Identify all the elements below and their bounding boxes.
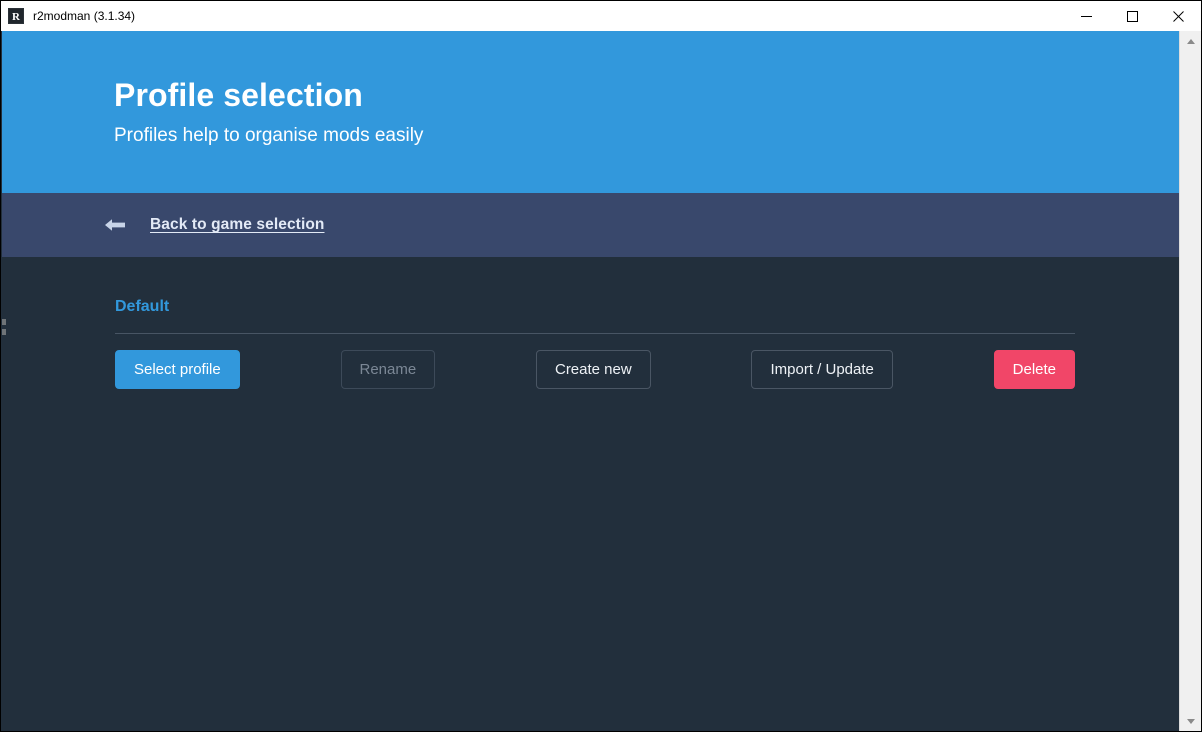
close-button[interactable]	[1155, 1, 1201, 31]
back-link-label: Back to game selection	[150, 216, 325, 234]
profile-divider	[115, 333, 1075, 334]
maximize-button[interactable]	[1109, 1, 1155, 31]
vertical-scrollbar[interactable]	[1179, 31, 1201, 731]
scrollbar-up-button[interactable]	[1180, 31, 1201, 51]
chevron-up-icon	[1187, 39, 1195, 44]
window-controls	[1063, 1, 1201, 31]
arrow-left-icon	[102, 216, 128, 234]
chevron-down-icon	[1187, 719, 1195, 724]
create-new-button[interactable]: Create new	[536, 350, 651, 389]
close-icon	[1173, 11, 1184, 22]
title-bar: R r2modman (3.1.34)	[1, 1, 1201, 31]
minimize-icon	[1081, 11, 1092, 22]
application-window: R r2modman (3.1.34)	[0, 0, 1202, 732]
back-to-game-selection-link[interactable]: Back to game selection	[102, 216, 325, 234]
title-bar-left: R r2modman (3.1.34)	[1, 8, 1063, 24]
window-title: r2modman (3.1.34)	[33, 9, 135, 23]
profile-list: Default Select profile Rename Create new…	[2, 257, 1180, 389]
app-r-icon: R	[8, 8, 24, 24]
page-title: Profile selection	[114, 77, 1180, 114]
minimize-button[interactable]	[1063, 1, 1109, 31]
page-hero: Profile selection Profiles help to organ…	[2, 31, 1180, 193]
app-content: Profile selection Profiles help to organ…	[2, 31, 1180, 731]
delete-button[interactable]: Delete	[994, 350, 1075, 389]
page-subtitle: Profiles help to organise mods easily	[114, 125, 1180, 147]
window-edge-marker	[2, 329, 6, 335]
maximize-icon	[1127, 11, 1138, 22]
scrollbar-down-button[interactable]	[1180, 711, 1201, 731]
profile-name: Default	[115, 257, 1075, 316]
import-update-button[interactable]: Import / Update	[751, 350, 892, 389]
navigation-bar: Back to game selection	[2, 193, 1180, 257]
select-profile-button[interactable]: Select profile	[115, 350, 240, 389]
profile-action-row: Select profile Rename Create new Import …	[115, 350, 1075, 389]
window-edge-marker	[2, 319, 6, 325]
rename-button[interactable]: Rename	[341, 350, 436, 389]
